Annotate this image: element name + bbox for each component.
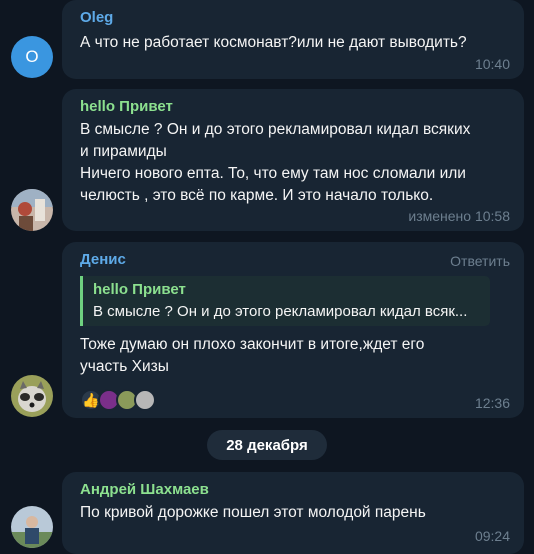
message-text-line: Ничего нового епта. То, что ему там нос … [80,165,466,182]
message-bubble[interactable]: Денис Ответить hello Привет В смысле ? О… [62,242,524,418]
sender-name[interactable]: Oleg [80,8,512,28]
message-bubble[interactable]: Oleg А что не работает космонавт?или не … [62,0,524,79]
person-photo-avatar[interactable] [11,506,53,548]
raccoon-avatar[interactable] [11,375,53,417]
person-photo-icon [11,506,53,548]
quote-text: В смысле ? Он и до этого рекламировал ки… [93,303,468,320]
message-time: 12:36 [474,395,510,411]
message-time: 09:24 [474,528,510,544]
reply-button[interactable]: Ответить [450,253,510,269]
avatar-letter: O [25,47,39,66]
message-time: 10:40 [474,56,510,72]
date-separator: 28 декабря [207,430,327,460]
message-text-line: челюсть , это всё по карме. И это начало… [80,187,434,204]
sender-name[interactable]: Андрей Шахмаев [80,480,512,500]
avatar[interactable]: O [11,36,53,78]
raccoon-icon [11,375,53,417]
sender-name[interactable]: hello Привет [80,97,512,117]
message-text-line: и пирамиды [80,143,167,160]
sender-name[interactable]: Денис [80,250,512,270]
reactor-avatar-3 [134,389,156,411]
message-time: изменено 10:58 [408,208,510,224]
message-text-line: Тоже думаю он плохо закончит в итоге,жде… [80,336,425,353]
reactions-bar[interactable]: 👍 [80,388,512,412]
message-text-line: участь Хизы [80,358,169,375]
reply-quote[interactable]: hello Привет В смысле ? Он и до этого ре… [80,276,490,326]
photo-avatar-icon [11,189,53,231]
message-text: А что не работает космонавт?или не дают … [80,34,467,51]
user-photo-avatar[interactable] [11,189,53,231]
message-bubble[interactable]: hello Привет В смысле ? Он и до этого ре… [62,89,524,231]
message-text: По кривой дорожке пошел этот молодой пар… [80,504,426,521]
message-bubble[interactable]: Андрей Шахмаев По кривой дорожке пошел э… [62,472,524,554]
quote-sender: hello Привет [93,281,186,298]
message-text-line: В смысле ? Он и до этого рекламировал ки… [80,121,471,138]
